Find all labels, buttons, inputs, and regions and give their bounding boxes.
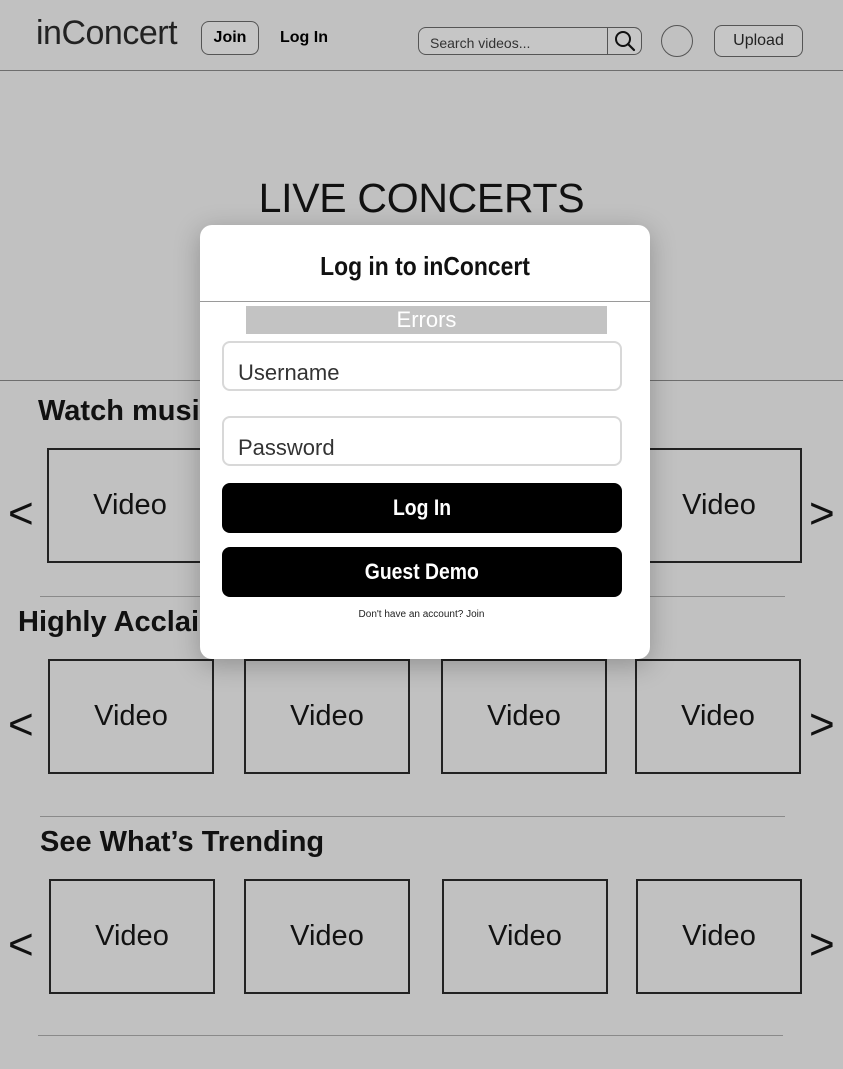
- search-button[interactable]: [607, 28, 642, 54]
- section-divider: [40, 816, 785, 817]
- errors-banner: Errors: [246, 306, 607, 334]
- carousel-next-arrow[interactable]: >: [809, 923, 835, 967]
- carousel-next-arrow[interactable]: >: [809, 492, 835, 536]
- video-thumbnail[interactable]: Video: [636, 879, 802, 994]
- search-bar: [418, 27, 642, 55]
- video-thumbnail[interactable]: Video: [48, 659, 214, 774]
- modal-divider: [200, 301, 650, 302]
- guest-demo-button[interactable]: Guest Demo: [222, 547, 622, 597]
- video-thumbnail[interactable]: Video: [635, 659, 801, 774]
- video-thumbnail[interactable]: Video: [47, 448, 213, 563]
- username-field[interactable]: [222, 341, 622, 391]
- login-modal: Log in to inConcert Errors Log In Guest …: [200, 225, 650, 659]
- carousel-prev-arrow[interactable]: <: [8, 923, 34, 967]
- section-divider: [38, 1035, 783, 1036]
- carousel-prev-arrow[interactable]: <: [8, 703, 34, 747]
- video-thumbnail[interactable]: Video: [441, 659, 607, 774]
- hero-title: LIVE CONCERTS: [258, 175, 585, 221]
- video-thumbnail[interactable]: Video: [244, 659, 410, 774]
- join-switch-link[interactable]: Don't have an account? Join: [200, 609, 643, 620]
- logo[interactable]: inConcert: [36, 14, 178, 53]
- section-title-trending: See What’s Trending: [40, 826, 325, 858]
- login-link[interactable]: Log In: [280, 29, 328, 47]
- video-thumbnail[interactable]: Video: [636, 448, 802, 563]
- join-button[interactable]: Join: [201, 21, 259, 55]
- video-thumbnail[interactable]: Video: [442, 879, 608, 994]
- login-submit-button[interactable]: Log In: [222, 483, 622, 533]
- video-thumbnail[interactable]: Video: [49, 879, 215, 994]
- section-title-acclaimed: Highly Acclai: [18, 606, 200, 638]
- page: inConcert Join Log In Upload LIVE CONCER…: [0, 0, 843, 1069]
- login-submit-label: Log In: [392, 495, 452, 520]
- upload-button[interactable]: Upload: [714, 25, 803, 57]
- modal-title: Log in to inConcert: [320, 251, 530, 281]
- avatar[interactable]: [661, 25, 693, 57]
- video-thumbnail[interactable]: Video: [244, 879, 410, 994]
- search-input[interactable]: [419, 28, 607, 54]
- carousel-next-arrow[interactable]: >: [809, 703, 835, 747]
- guest-demo-label: Guest Demo: [364, 559, 480, 584]
- password-field[interactable]: [222, 416, 622, 466]
- top-nav: inConcert Join Log In Upload: [0, 0, 843, 71]
- section-title-watch: Watch musi: [38, 395, 200, 427]
- search-icon: [615, 31, 636, 52]
- carousel-prev-arrow[interactable]: <: [8, 492, 34, 536]
